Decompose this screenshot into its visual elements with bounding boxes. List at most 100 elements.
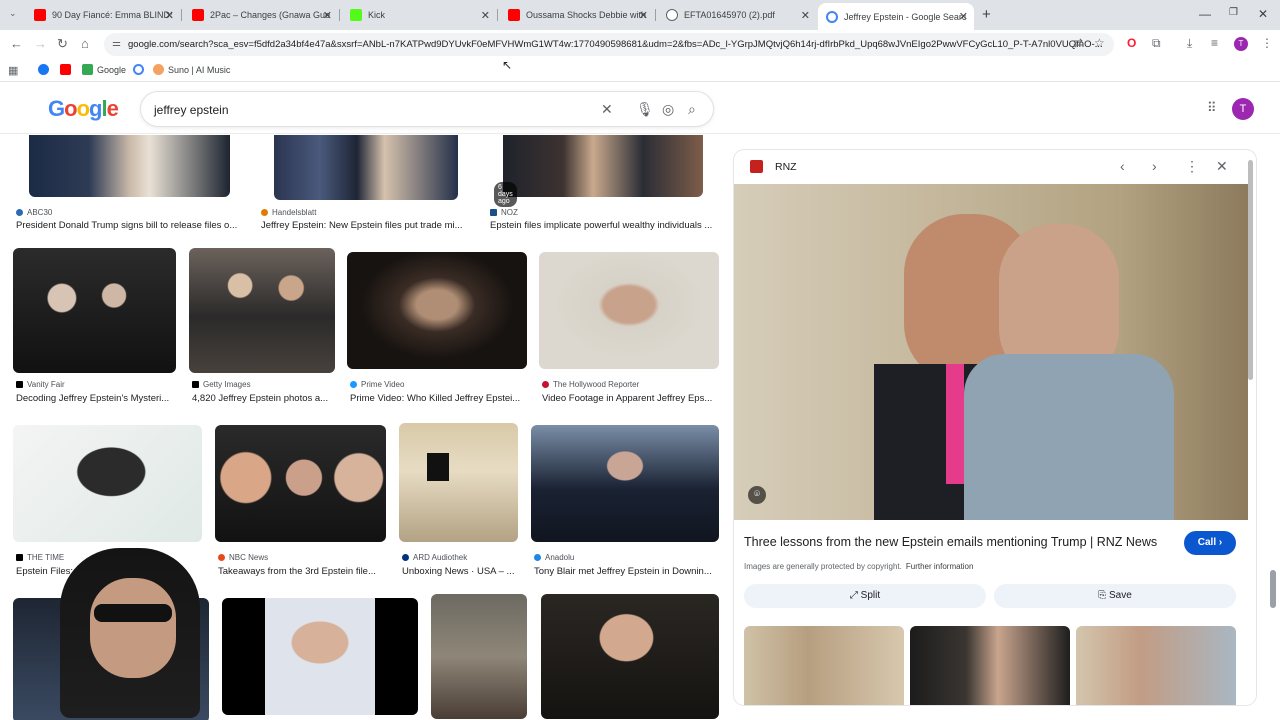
source-favicon xyxy=(16,381,23,388)
bookmark-google[interactable]: Google xyxy=(82,64,126,75)
account-avatar[interactable]: T xyxy=(1232,98,1254,120)
address-bar[interactable]: ⚌ google.com/search?sca_esv=f5dfd2a34bf4… xyxy=(104,33,1114,56)
search-input[interactable]: jeffrey epstein xyxy=(154,103,229,117)
close-icon[interactable]: ✕ xyxy=(1216,158,1228,175)
save-label: Save xyxy=(1108,590,1132,601)
tab-oussama[interactable]: Oussama Shocks Debbie with a ✕ xyxy=(500,3,654,27)
bookmark-google-g[interactable] xyxy=(133,64,148,75)
result-source: NOZ xyxy=(490,208,518,217)
panel-scrollbar[interactable] xyxy=(1248,160,1253,380)
result-caption[interactable]: 4,820 Jeffrey Epstein photos a... xyxy=(192,393,337,404)
clear-icon[interactable]: ✕ xyxy=(601,101,613,118)
bookmark-icon: ⎘ xyxy=(1098,590,1107,601)
result-image[interactable] xyxy=(13,248,176,373)
media-controls-icon[interactable]: ≡ xyxy=(1211,36,1218,50)
url-text: google.com/search?sca_esv=f5dfd2a34bf4e4… xyxy=(128,39,1103,50)
voice-search-icon[interactable]: 🎙 xyxy=(636,101,654,118)
restore-icon[interactable]: ❐ xyxy=(1229,7,1238,18)
date-badge: 6 days ago xyxy=(494,182,517,207)
extensions-icon[interactable]: ⧉ xyxy=(1152,36,1161,51)
panel-source[interactable]: RNZ xyxy=(775,161,797,173)
related-thumb-3[interactable] xyxy=(1076,626,1236,705)
youtube-icon xyxy=(192,9,204,21)
lens-icon[interactable]: ◎ xyxy=(662,101,674,118)
save-button[interactable]: ⎘ Save xyxy=(994,584,1236,608)
more-options-icon[interactable]: ⋮ xyxy=(1185,158,1199,175)
result-image[interactable] xyxy=(13,425,202,542)
panel-title[interactable]: Three lessons from the new Epstein email… xyxy=(744,535,1157,549)
opera-icon[interactable]: O xyxy=(1127,36,1136,50)
close-window-icon[interactable]: ✕ xyxy=(1258,7,1268,21)
close-icon[interactable]: ✕ xyxy=(165,9,174,22)
result-caption[interactable]: Unboxing News · USA – ... xyxy=(402,566,520,577)
result-caption[interactable]: Jeffrey Epstein: New Epstein files put t… xyxy=(261,220,473,231)
tab-search-icon[interactable]: ⌄ xyxy=(9,8,17,19)
previous-icon[interactable]: ‹ xyxy=(1120,158,1125,174)
reload-icon[interactable]: ↻ xyxy=(57,36,68,52)
close-icon[interactable]: ✕ xyxy=(481,9,490,22)
result-caption[interactable]: Video Footage in Apparent Jeffrey Eps... xyxy=(542,393,720,404)
tab-pdf[interactable]: EFTA01645970 (2).pdf ✕ xyxy=(658,3,816,27)
next-icon[interactable]: › xyxy=(1152,158,1157,174)
result-image[interactable] xyxy=(347,252,527,369)
page-scrollbar[interactable] xyxy=(1270,570,1276,608)
result-image[interactable] xyxy=(29,135,230,197)
google-logo[interactable]: Google xyxy=(48,96,119,122)
bookmark-youtube[interactable] xyxy=(60,64,75,75)
close-icon[interactable]: ✕ xyxy=(959,10,968,23)
back-icon[interactable]: ← xyxy=(10,36,23,51)
bookmark-facebook[interactable] xyxy=(38,64,53,75)
translate-icon[interactable]: ⇄ xyxy=(1073,36,1083,50)
split-button[interactable]: ⤢ Split xyxy=(744,584,986,608)
tab-90-day-fiance[interactable]: 90 Day Fiancé: Emma BLINDSID ✕ xyxy=(26,3,180,27)
result-image[interactable] xyxy=(531,425,719,542)
result-image[interactable] xyxy=(399,423,518,542)
lens-search-icon[interactable]: ⌾ xyxy=(748,486,766,504)
result-caption[interactable]: President Donald Trump signs bill to rel… xyxy=(16,220,244,231)
mouse-cursor-icon: ↖ xyxy=(502,58,513,72)
result-image[interactable] xyxy=(541,594,719,719)
result-image[interactable] xyxy=(189,248,335,373)
home-icon[interactable]: ⌂ xyxy=(81,36,89,51)
result-image[interactable] xyxy=(274,135,458,200)
source-favicon xyxy=(192,381,199,388)
tab-kick[interactable]: Kick ✕ xyxy=(342,3,496,27)
tab-title: 2Pac – Changes (Gnawa Guem xyxy=(210,10,330,20)
close-icon[interactable]: ✕ xyxy=(323,9,332,22)
result-image[interactable] xyxy=(503,135,703,197)
bookmark-star-icon[interactable]: ☆ xyxy=(1094,36,1105,50)
search-box[interactable]: jeffrey epstein ✕ 🎙 ◎ ⌕ xyxy=(140,91,714,127)
new-tab-button[interactable]: + xyxy=(982,6,991,23)
result-source: Getty Images xyxy=(192,380,251,389)
result-image[interactable] xyxy=(215,425,386,542)
result-caption[interactable]: Tony Blair met Jeffrey Epstein in Downin… xyxy=(534,566,720,577)
bookmark-suno[interactable]: Suno | AI Music xyxy=(153,64,230,75)
site-info-icon[interactable]: ⚌ xyxy=(112,38,121,49)
related-thumb-2[interactable] xyxy=(910,626,1070,705)
apps-grid-icon[interactable]: ▦ xyxy=(8,64,18,77)
search-icon[interactable]: ⌕ xyxy=(688,101,696,118)
call-button[interactable]: Call › xyxy=(1184,531,1236,555)
forward-icon[interactable]: → xyxy=(34,36,47,51)
result-caption[interactable]: Epstein files implicate powerful wealthy… xyxy=(490,220,718,231)
result-caption[interactable]: Prime Video: Who Killed Jeffrey Epstei..… xyxy=(350,393,528,404)
result-caption[interactable]: Decoding Jeffrey Epstein's Mysteri... xyxy=(16,393,176,404)
tab-2pac-changes[interactable]: 2Pac – Changes (Gnawa Guem ✕ xyxy=(184,3,338,27)
result-image[interactable] xyxy=(431,594,527,719)
tab-google-search[interactable]: Jeffrey Epstein - Google Search ✕ xyxy=(818,3,974,30)
sunglasses xyxy=(94,604,172,622)
result-image[interactable] xyxy=(539,252,719,369)
close-icon[interactable]: ✕ xyxy=(801,9,810,22)
close-icon[interactable]: ✕ xyxy=(639,9,648,22)
further-info-link[interactable]: Further information xyxy=(906,562,974,571)
download-icon[interactable]: ⤓ xyxy=(1187,36,1192,51)
rnz-favicon xyxy=(750,160,763,173)
result-image[interactable] xyxy=(222,598,418,715)
menu-kebab-icon[interactable]: ⋮ xyxy=(1261,36,1273,50)
preview-image[interactable]: ⌾ xyxy=(734,184,1248,520)
google-apps-icon[interactable]: ⠿ xyxy=(1207,100,1217,116)
minimize-icon[interactable]: — xyxy=(1199,7,1211,21)
related-thumb-1[interactable] xyxy=(744,626,904,705)
profile-avatar[interactable]: T xyxy=(1234,37,1248,51)
result-source: Vanity Fair xyxy=(16,380,65,389)
